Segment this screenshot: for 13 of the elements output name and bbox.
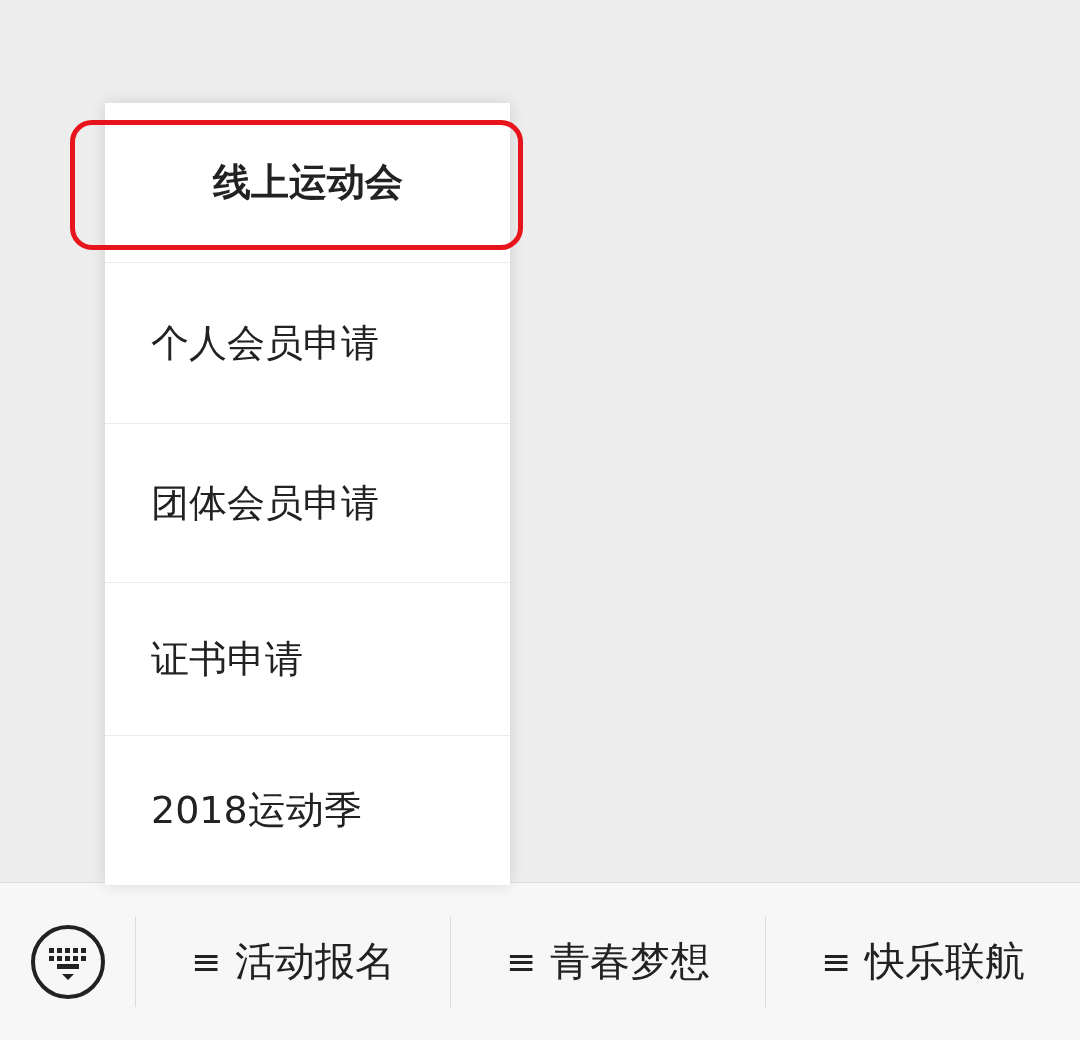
menu-item[interactable]: 线上运动会 (105, 103, 510, 262)
keyboard-icon[interactable] (28, 922, 107, 1001)
menu-tab[interactable]: ≡ 青春梦想 (450, 916, 765, 1007)
menu-item[interactable]: 团体会员申请 (105, 423, 510, 582)
menu-item-label: 证书申请 (151, 635, 303, 683)
menu-item-label: 个人会员申请 (151, 319, 379, 367)
menu-tab[interactable]: ≡ 活动报名 (135, 916, 450, 1007)
menu-item-label: 2018运动季 (151, 787, 362, 834)
menu-tab[interactable]: ≡ 快乐联航 (765, 916, 1080, 1007)
menu-item[interactable]: 个人会员申请 (105, 262, 510, 423)
menu-item[interactable]: 证书申请 (105, 582, 510, 735)
menu-item-label: 团体会员申请 (151, 479, 379, 527)
menu-item-label: 线上运动会 (212, 159, 403, 206)
